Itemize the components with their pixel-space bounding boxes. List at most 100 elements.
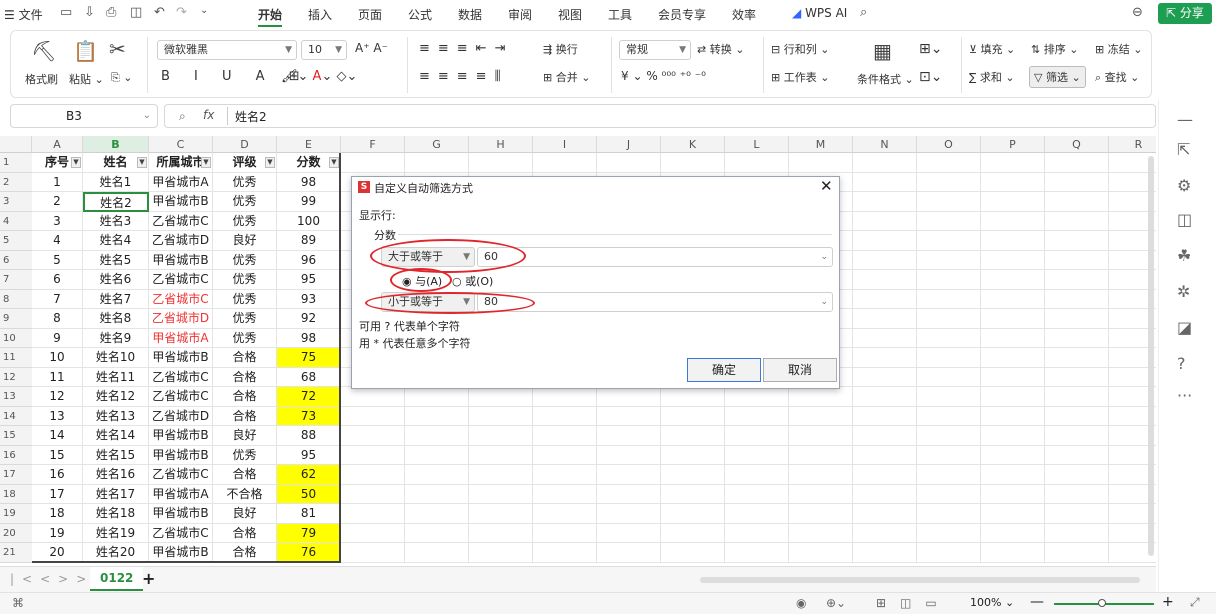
empty-cell[interactable] [981,172,1045,192]
empty-cell[interactable] [469,484,533,504]
empty-cell[interactable] [981,504,1045,524]
empty-cell[interactable] [1045,387,1109,407]
table-cell-e[interactable]: 62 [277,465,341,485]
empty-cell[interactable] [597,504,661,524]
empty-cell[interactable] [853,484,917,504]
table-cell-a[interactable]: 11 [32,367,83,387]
row-header[interactable]: 1 [0,153,32,173]
empty-cell[interactable] [981,543,1045,563]
empty-cell[interactable] [981,250,1045,270]
empty-cell[interactable] [725,445,789,465]
table-cell-d[interactable]: 合格 [213,523,277,543]
table-cell-d[interactable]: 不合格 [213,484,277,504]
header-cell-d[interactable]: 评级 ▼ [213,153,277,173]
empty-cell[interactable] [469,504,533,524]
empty-cell[interactable] [917,504,981,524]
filter-dropdown-icon[interactable]: ▼ [329,157,339,168]
empty-cell[interactable] [725,484,789,504]
empty-cell[interactable] [981,465,1045,485]
table-cell-d[interactable]: 良好 [213,426,277,446]
empty-cell[interactable] [789,426,853,446]
table-cell-e[interactable]: 73 [277,406,341,426]
empty-cell[interactable] [981,192,1045,212]
empty-cell[interactable] [597,153,661,173]
empty-cell[interactable] [789,543,853,563]
table-cell-c[interactable]: 乙省城市C [149,465,213,485]
empty-cell[interactable] [853,192,917,212]
table-cell-d[interactable]: 良好 [213,231,277,251]
empty-cell[interactable] [853,445,917,465]
empty-cell[interactable] [917,406,981,426]
empty-cell[interactable] [469,523,533,543]
row-header[interactable]: 2 [0,172,32,192]
table-cell-d[interactable]: 优秀 [213,211,277,231]
collapse-icon[interactable]: — [1177,110,1193,129]
row-header[interactable]: 11 [0,348,32,368]
empty-cell[interactable] [725,504,789,524]
empty-cell[interactable] [853,543,917,563]
table-cell-b[interactable]: 姓名9 [83,328,149,348]
empty-cell[interactable] [533,445,597,465]
empty-cell[interactable] [469,406,533,426]
tab-data[interactable]: 数据 [458,6,482,23]
empty-cell[interactable] [789,504,853,524]
close-icon[interactable]: ✕ [820,177,833,195]
empty-cell[interactable] [1045,426,1109,446]
column-header-L[interactable]: L [725,136,789,153]
copy-icon[interactable]: ⎘ ⌄ [111,71,133,85]
search-icon[interactable]: ⌕ [860,5,867,20]
table-cell-d[interactable]: 优秀 [213,192,277,212]
empty-cell[interactable] [1045,445,1109,465]
column-header-E[interactable]: E [277,136,341,153]
empty-cell[interactable] [725,406,789,426]
table-cell-b[interactable]: 姓名11 [83,367,149,387]
empty-cell[interactable] [341,445,405,465]
tab-view[interactable]: 视图 [558,6,582,23]
table-cell-b[interactable]: 姓名1 [83,172,149,192]
empty-cell[interactable] [341,523,405,543]
empty-cell[interactable] [1045,309,1109,329]
empty-cell[interactable] [917,523,981,543]
table-cell-e[interactable]: 98 [277,172,341,192]
empty-cell[interactable] [1045,465,1109,485]
font-grow-icon[interactable]: A⁺ A⁻ [355,41,388,55]
empty-cell[interactable] [597,523,661,543]
empty-cell[interactable] [853,328,917,348]
table-cell-d[interactable]: 优秀 [213,250,277,270]
shape-icon[interactable]: ◫ [1177,210,1192,229]
empty-cell[interactable] [533,465,597,485]
empty-cell[interactable] [917,250,981,270]
ok-button[interactable]: 确定 [687,358,761,382]
table-cell-d[interactable]: 良好 [213,504,277,524]
table-cell-a[interactable]: 5 [32,250,83,270]
empty-cell[interactable] [853,153,917,173]
row-header[interactable]: 3 [0,192,32,212]
table-cell-a[interactable]: 14 [32,426,83,446]
table-cell-a[interactable]: 19 [32,523,83,543]
empty-cell[interactable] [917,445,981,465]
empty-cell[interactable] [597,484,661,504]
tab-tools[interactable]: 工具 [608,6,632,23]
zoom-in-button[interactable]: + [1162,594,1174,610]
table-cell-e[interactable]: 75 [277,348,341,368]
empty-cell[interactable] [469,465,533,485]
empty-cell[interactable] [981,387,1045,407]
help-icon[interactable]: ? [1177,354,1186,373]
empty-cell[interactable] [981,445,1045,465]
format-painter-icon[interactable]: ⛏ [31,39,56,63]
table-cell-a[interactable]: 18 [32,504,83,524]
empty-cell[interactable] [1045,484,1109,504]
empty-cell[interactable] [661,406,725,426]
empty-cell[interactable] [917,328,981,348]
share-button[interactable]: ⇱ 分享 [1158,3,1212,24]
column-header-Q[interactable]: Q [1045,136,1109,153]
empty-cell[interactable] [853,523,917,543]
row-header[interactable]: 10 [0,328,32,348]
empty-cell[interactable] [789,387,853,407]
table-cell-a[interactable]: 16 [32,465,83,485]
table-cell-e[interactable]: 79 [277,523,341,543]
cond-format-button[interactable]: 条件格式 ⌄ [857,71,914,87]
column-header-O[interactable]: O [917,136,981,153]
empty-cell[interactable] [789,465,853,485]
empty-cell[interactable] [853,231,917,251]
